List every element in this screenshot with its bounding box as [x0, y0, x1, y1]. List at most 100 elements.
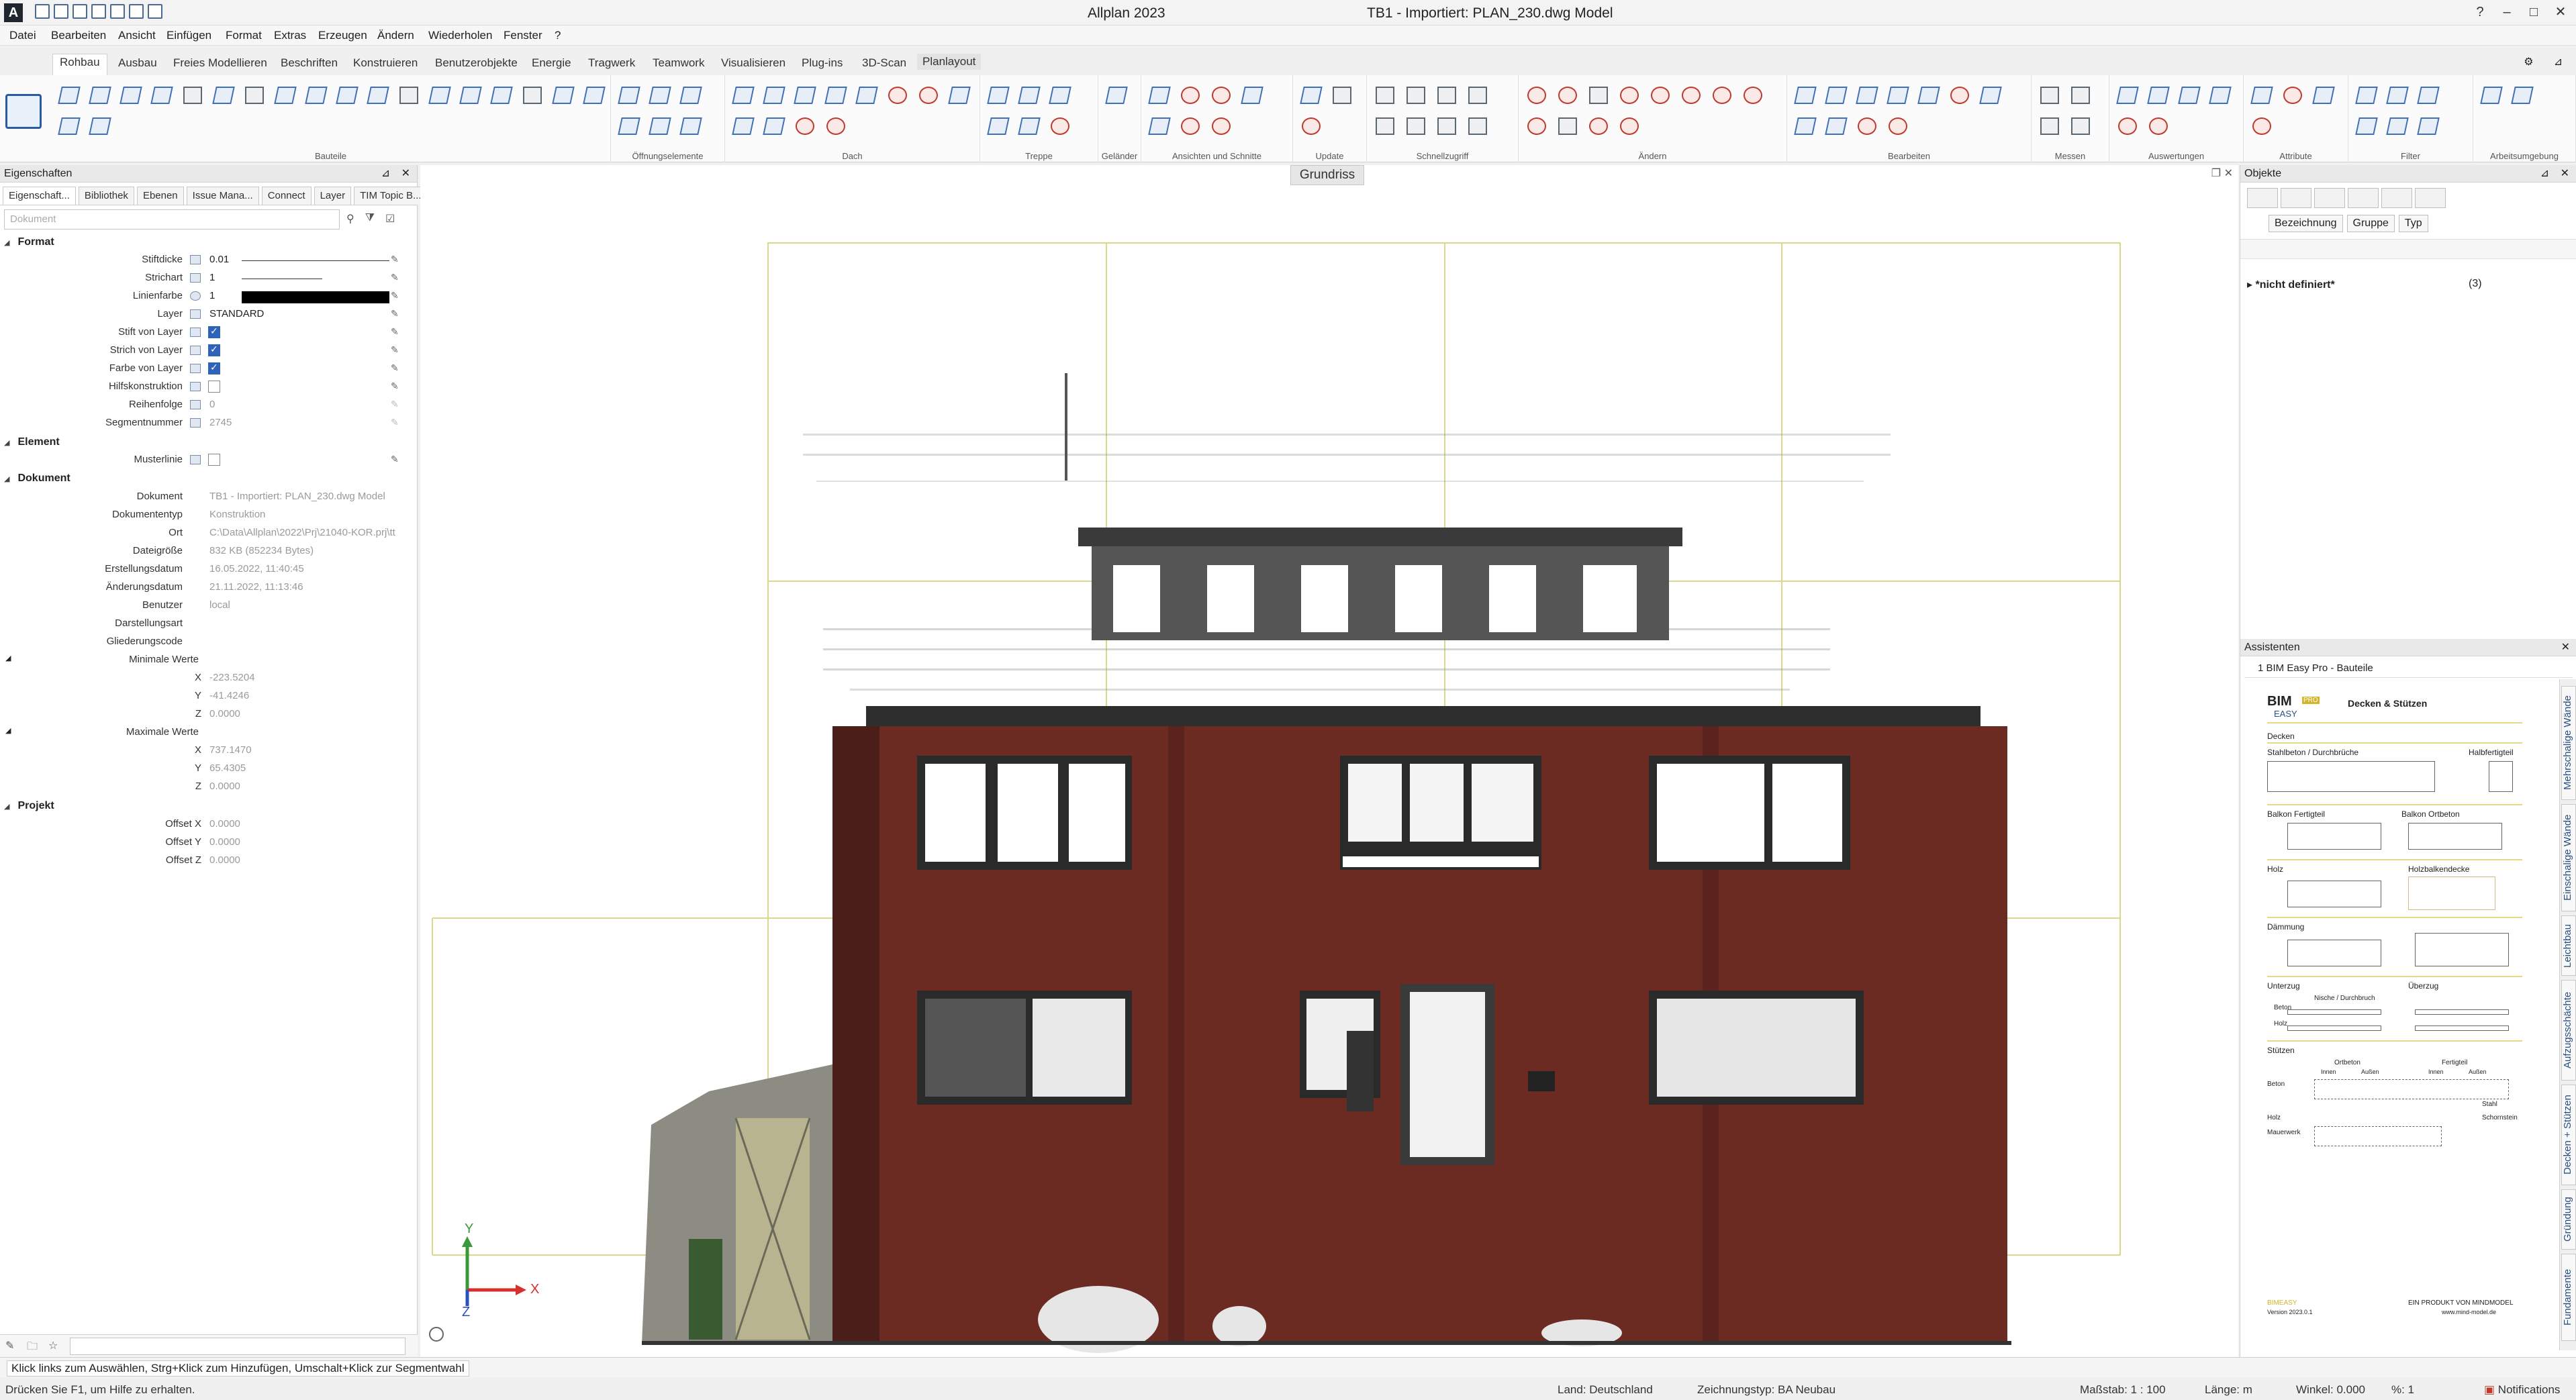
status-winkel[interactable]: Winkel: 0.000 — [2296, 1383, 2365, 1397]
unterzug-holz[interactable] — [2287, 1026, 2381, 1031]
pin-icon[interactable]: ⊿ — [2554, 55, 2563, 68]
roof-icon[interactable] — [823, 114, 846, 136]
collapse-icon[interactable]: ◢ — [5, 726, 11, 735]
filter-icon[interactable] — [2385, 83, 2407, 105]
assistant-url[interactable]: www.mind-model.de — [2442, 1309, 2496, 1315]
menu-ansicht[interactable]: Ansicht — [118, 29, 156, 42]
window-icon[interactable] — [647, 114, 670, 136]
opening-icon[interactable] — [365, 83, 388, 105]
musterlinie-checkbox[interactable] — [208, 454, 220, 466]
filter-icon[interactable]: ⧩ — [365, 212, 375, 226]
menu-fenster[interactable]: Fenster — [504, 29, 542, 42]
stift-von-layer-checkbox[interactable] — [208, 326, 220, 338]
status-land[interactable]: Land: Deutschland — [1558, 1383, 1653, 1397]
gear-icon[interactable]: ⚙ — [2524, 55, 2533, 68]
report-icon[interactable] — [2146, 83, 2168, 105]
attribute-icon[interactable] — [2249, 114, 2272, 136]
view-icon[interactable] — [1208, 83, 1231, 105]
roof-icon[interactable] — [730, 83, 753, 105]
door-icon[interactable] — [303, 83, 326, 105]
holz-element[interactable] — [2287, 881, 2381, 907]
strichart-value[interactable]: 1 — [209, 272, 215, 283]
ueberzug-beton[interactable] — [2415, 1009, 2509, 1015]
filter-gruppe[interactable]: Gruppe — [2346, 215, 2395, 232]
text-icon[interactable] — [396, 83, 419, 105]
layer-value[interactable]: STANDARD — [209, 308, 264, 319]
balkon-ortbeton-element[interactable] — [2408, 823, 2502, 850]
edit-icon[interactable] — [391, 454, 400, 463]
door-icon[interactable] — [87, 114, 110, 136]
arc-icon[interactable] — [1586, 83, 1609, 105]
stair-icon[interactable] — [986, 114, 1008, 136]
workspace-icon[interactable] — [2479, 83, 2501, 105]
balkon-fertigteil-element[interactable] — [2287, 823, 2381, 850]
group-icon[interactable] — [1823, 114, 1846, 136]
folder-icon[interactable]: 🗀 — [27, 1339, 38, 1357]
favorite-icon[interactable]: ☆ — [48, 1339, 58, 1352]
tab-beschriften[interactable]: Beschriften — [281, 56, 338, 70]
section-element[interactable]: Element — [4, 436, 59, 448]
pin-icon[interactable]: ⊿ — [2540, 165, 2549, 183]
join-icon[interactable] — [1740, 83, 1763, 105]
object-view-icon[interactable] — [2247, 188, 2278, 208]
roof-icon[interactable] — [916, 83, 939, 105]
tab-energie[interactable]: Energie — [532, 56, 571, 70]
modify-icon[interactable] — [1617, 83, 1639, 105]
tab-benutzerobjekte[interactable]: Benutzerobjekte — [435, 56, 518, 70]
hatch-icon[interactable] — [1403, 114, 1426, 136]
collapse-icon[interactable]: ◢ — [5, 654, 11, 662]
favorites-dropdown[interactable] — [70, 1338, 406, 1355]
roof-icon[interactable] — [854, 83, 877, 105]
area-icon[interactable] — [2068, 114, 2091, 136]
stair-icon[interactable] — [242, 83, 265, 105]
attribute-icon[interactable] — [2311, 83, 2334, 105]
edit-icon[interactable] — [391, 308, 400, 317]
status-prozent[interactable]: %: 1 — [2391, 1383, 2414, 1397]
railing-icon[interactable] — [1104, 83, 1127, 105]
roof-icon[interactable] — [885, 83, 908, 105]
tab-visualisieren[interactable]: Visualisieren — [721, 56, 785, 70]
stair-icon[interactable] — [1047, 83, 1070, 105]
status-massstab[interactable]: Maßstab: 1 : 100 — [2080, 1383, 2166, 1397]
stair-icon[interactable] — [1016, 83, 1039, 105]
object-view-icon[interactable] — [2381, 188, 2412, 208]
tab-tragwerk[interactable]: Tragwerk — [588, 56, 635, 70]
report-icon[interactable] — [2146, 114, 2168, 136]
side-tab-decken-stuetzen[interactable]: Decken + Stützen — [2561, 1085, 2576, 1185]
menu-extras[interactable]: Extras — [274, 29, 306, 42]
linienfarbe-value[interactable]: 1 — [209, 290, 215, 301]
text-icon[interactable] — [1854, 114, 1877, 136]
objects-toolbar[interactable] — [2240, 239, 2576, 259]
drawing-view[interactable]: Grundriss ❐ ✕ Y X Z — [420, 165, 2238, 1357]
close-icon[interactable]: ✕ — [2561, 165, 2569, 183]
assistant-selector[interactable]: 1 BIM Easy Pro - Bauteile — [2244, 659, 2573, 678]
open-icon[interactable] — [54, 4, 68, 19]
section-projekt[interactable]: Projekt — [4, 800, 54, 812]
wall-icon[interactable] — [87, 83, 110, 105]
document-dropdown[interactable]: Dokument — [4, 209, 340, 230]
edit-icon[interactable] — [391, 272, 400, 281]
side-tab-gruendung[interactable]: Gründung — [2561, 1189, 2576, 1250]
delete-icon[interactable] — [1524, 114, 1547, 136]
section-icon[interactable] — [1178, 114, 1200, 136]
view-icon[interactable] — [1147, 114, 1170, 136]
tab-teamwork[interactable]: Teamwork — [653, 56, 704, 70]
beam-icon[interactable] — [149, 83, 172, 105]
refresh-icon[interactable] — [1298, 114, 1321, 136]
menu-format[interactable]: Format — [226, 29, 262, 42]
view-icon[interactable] — [1239, 83, 1262, 105]
section-icon[interactable] — [1178, 83, 1200, 105]
measure-icon[interactable] — [1465, 114, 1488, 136]
filter-icon[interactable] — [2354, 83, 2377, 105]
new-icon[interactable] — [35, 4, 50, 19]
section-format[interactable]: Format — [4, 236, 54, 248]
edit-icon[interactable] — [391, 344, 400, 354]
undo-icon[interactable] — [91, 4, 106, 19]
side-tab-mehrschalige-waende[interactable]: Mehrschalige Wände — [2561, 686, 2576, 800]
edit-icon[interactable] — [391, 290, 400, 299]
menu-help[interactable]: ? — [555, 29, 561, 42]
close-button[interactable]: ✕ — [2550, 3, 2571, 21]
attribute-icon[interactable] — [2249, 83, 2272, 105]
print-icon[interactable] — [129, 4, 144, 19]
holzbalkendecke-element[interactable] — [2408, 877, 2495, 910]
